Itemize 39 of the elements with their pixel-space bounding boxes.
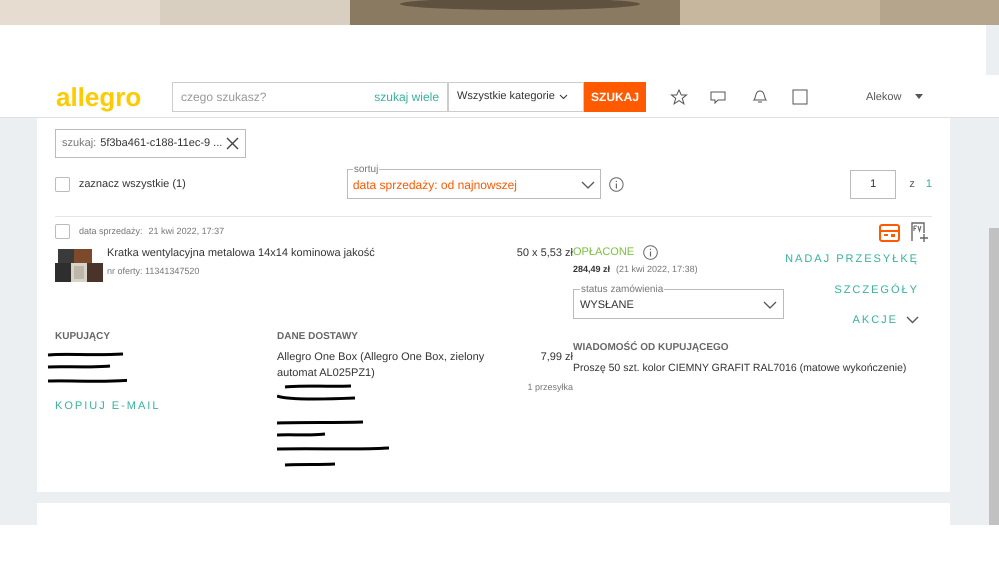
bell-icon[interactable] bbox=[750, 88, 770, 104]
payment-status: OPŁACONE bbox=[573, 245, 634, 260]
sale-date: 21 kwi 2022, 17:37 bbox=[148, 224, 224, 238]
page-input[interactable]: 1 bbox=[850, 170, 896, 199]
invoice-add-icon[interactable] bbox=[910, 220, 928, 242]
action-link[interactable]: NADAJ PRZESYŁKĘ bbox=[785, 251, 919, 268]
package-icon[interactable] bbox=[879, 222, 900, 242]
search-chip[interactable]: szukaj: 5f3ba461-c188-11ec-9 ... bbox=[55, 129, 246, 158]
buyer-heading: KUPUJĄCY bbox=[55, 330, 112, 344]
delivery-method: Allegro One Box (Allegro One Box, zielony automat AL025PZ1) bbox=[277, 350, 486, 381]
checkbox[interactable] bbox=[55, 177, 70, 192]
category-select[interactable]: Wszystkie kategorie bbox=[448, 82, 584, 112]
actions-menu-button[interactable]: AKCJE bbox=[852, 312, 919, 328]
order-status-select[interactable]: status zamówienia WYSŁANE bbox=[573, 284, 784, 319]
search-field[interactable]: czego szukasz? szukaj wiele bbox=[172, 82, 448, 112]
sort-select[interactable]: sortuj data sprzedaży: od najnowszej bbox=[346, 164, 602, 199]
page-of-label: z bbox=[909, 177, 915, 192]
buyer-message: Proszę 50 szt. kolor CIEMNY GRAFIT RAL7016 (matowe wykończenie) bbox=[573, 360, 908, 376]
star-icon[interactable] bbox=[670, 88, 688, 104]
select-all-label: zaznacz wszystkie (1) bbox=[78, 177, 187, 192]
payment-amount: 284,49 zł bbox=[573, 262, 610, 276]
close-icon[interactable] bbox=[226, 137, 239, 150]
checkbox[interactable] bbox=[55, 224, 70, 239]
offer-number: nr oferty: 11341347520 bbox=[107, 264, 200, 278]
item-title[interactable]: Kratka wentylacyjna metalowa 14x14 kominowa jakość bbox=[107, 245, 517, 262]
info-icon[interactable] bbox=[643, 244, 658, 260]
delivery-heading: DANE DOSTAWY bbox=[277, 330, 359, 344]
message-heading: WIADOMOŚĆ OD KUPUJĄCEGO bbox=[573, 340, 730, 354]
page-total-link[interactable]: 1 bbox=[926, 176, 932, 193]
payment-date: (21 kwi 2022, 17:38) bbox=[616, 262, 698, 276]
action-link[interactable]: SZCZEGÓŁY bbox=[834, 282, 919, 298]
user-menu[interactable]: Alekow bbox=[866, 88, 902, 104]
info-icon[interactable] bbox=[609, 177, 624, 192]
search-button[interactable]: SZUKAJ bbox=[584, 82, 646, 112]
copy-email-link[interactable]: KOPIUJ E-MAIL bbox=[55, 398, 160, 414]
sale-date-label: data sprzedaży: bbox=[79, 224, 143, 238]
delivery-price: 7,99 zł bbox=[540, 350, 573, 365]
quantity-price: 50 x 5,53 zł bbox=[516, 246, 573, 261]
package-count: 1 przesyłka bbox=[527, 381, 573, 394]
